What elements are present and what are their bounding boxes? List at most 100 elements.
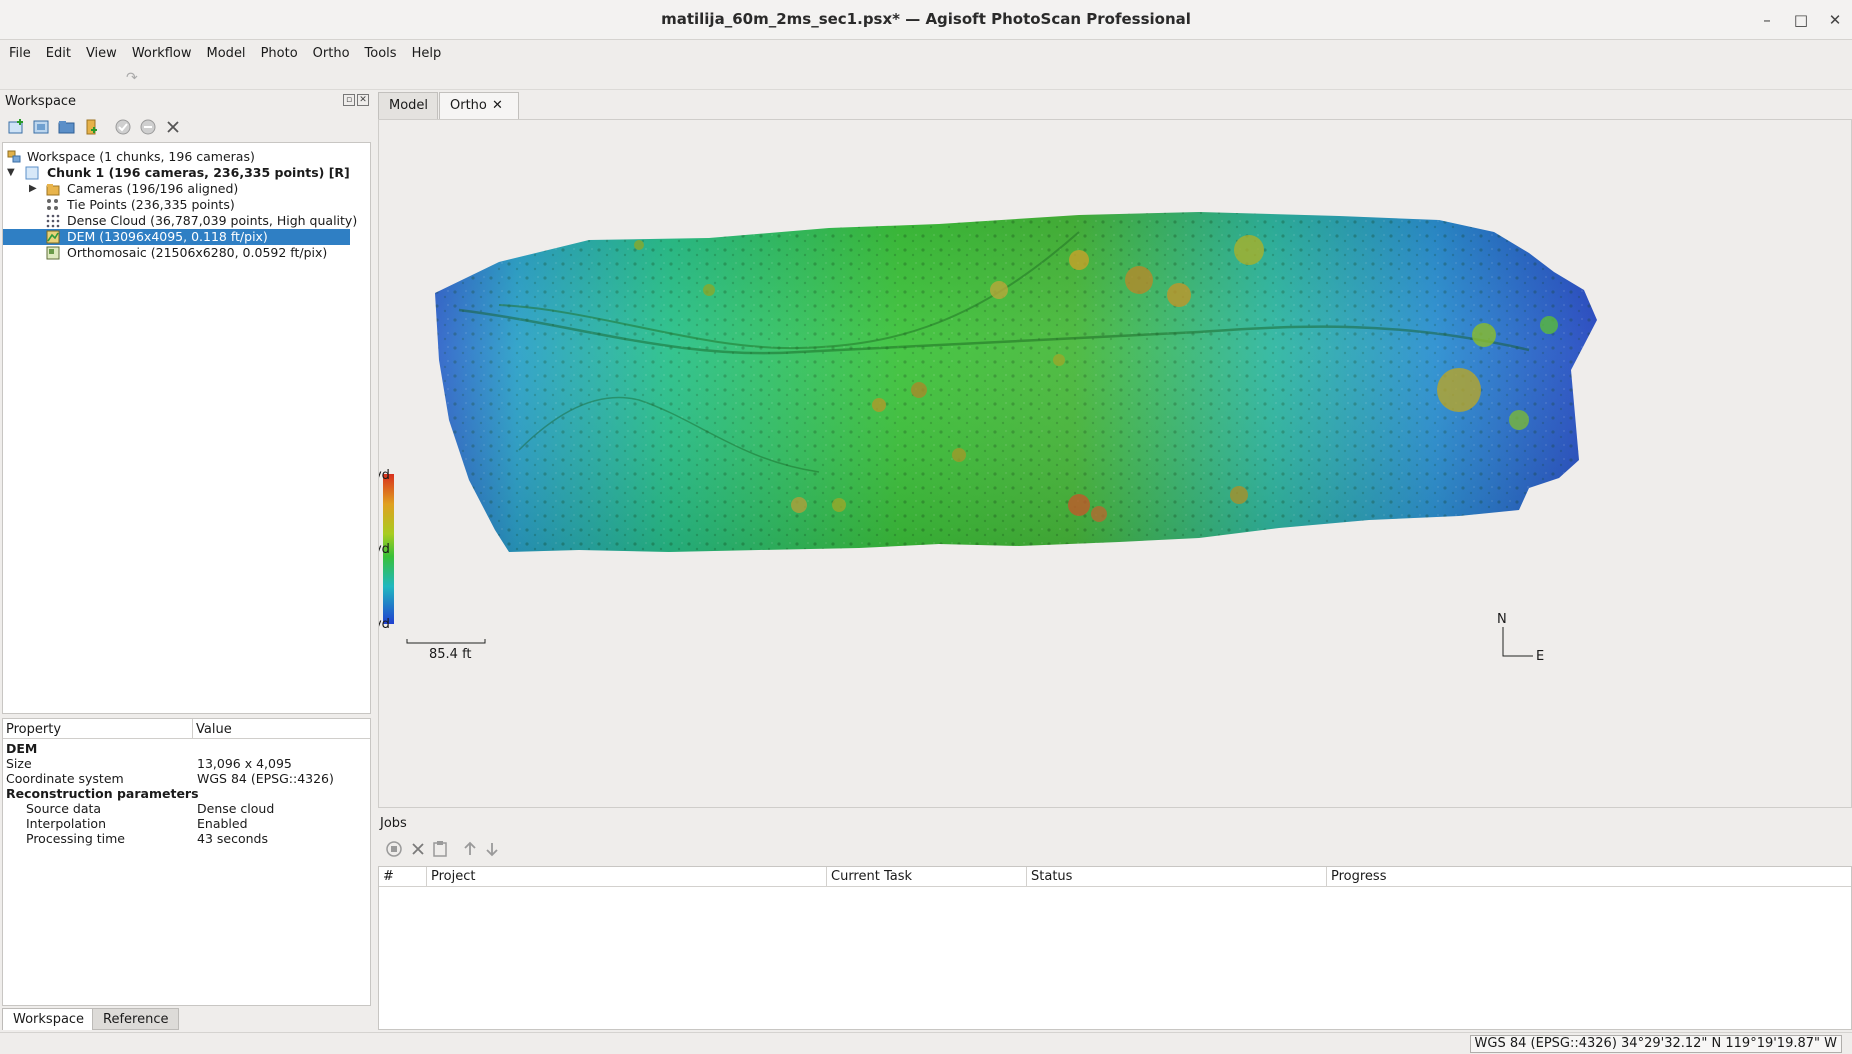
prop-value: 13,096 x 4,095 bbox=[197, 756, 292, 771]
close-button[interactable]: ✕ bbox=[1820, 8, 1850, 32]
dem-icon bbox=[46, 230, 60, 244]
title-bar: matilija_60m_2ms_sec1.psx* — Agisoft Pho… bbox=[0, 0, 1852, 40]
scale-bar bbox=[406, 639, 486, 644]
add-photos-icon[interactable] bbox=[32, 117, 52, 137]
tree-item-cameras[interactable]: ▶ Cameras (196/196 aligned) bbox=[3, 181, 370, 197]
menu-ortho[interactable]: Ortho bbox=[307, 40, 356, 68]
prop-value: WGS 84 (EPSG::4326) bbox=[197, 771, 334, 786]
east-label: E bbox=[1536, 649, 1544, 664]
pause-icon[interactable] bbox=[384, 839, 404, 859]
chunk-icon bbox=[25, 166, 39, 180]
add-chunk-icon[interactable] bbox=[7, 117, 27, 137]
ortho-viewport[interactable]: 399 yd 383 yd 366 yd 85.4 ft N E bbox=[378, 119, 1852, 808]
tree-item-label: Orthomosaic (21506x6280, 0.0592 ft/pix) bbox=[67, 245, 328, 260]
menu-help[interactable]: Help bbox=[406, 40, 448, 68]
maximize-button[interactable]: □ bbox=[1786, 8, 1816, 32]
menu-model[interactable]: Model bbox=[201, 40, 252, 68]
move-up-icon[interactable] bbox=[460, 839, 480, 859]
dem-view: 399 yd 383 yd 366 yd 85.4 ft N E bbox=[379, 212, 1597, 664]
float-panel-icon[interactable]: ▫ bbox=[343, 94, 355, 106]
prop-row-crs[interactable]: Coordinate system WGS 84 (EPSG::4326) bbox=[3, 771, 370, 786]
menu-bar: File Edit View Workflow Model Photo Ortho Tools… bbox=[0, 40, 1852, 68]
menu-photo[interactable]: Photo bbox=[255, 40, 304, 68]
prop-section-recon: Reconstruction parameters bbox=[3, 786, 370, 801]
orthomosaic-icon bbox=[46, 246, 60, 260]
tree-item-dem[interactable]: DEM (13096x4095, 0.118 ft/pix) bbox=[3, 229, 350, 245]
status-bar: WGS 84 (EPSG::4326) 34°29'32.12" N 119°1… bbox=[0, 1032, 1852, 1054]
close-tab-icon[interactable]: ✕ bbox=[492, 93, 503, 119]
tree-item-dense-cloud[interactable]: Dense Cloud (36,787,039 points, High qua… bbox=[3, 213, 370, 229]
col-index[interactable]: # bbox=[379, 867, 427, 887]
prop-value: 43 seconds bbox=[197, 831, 268, 846]
legend-max-label: 399 yd bbox=[379, 468, 390, 483]
col-progress[interactable]: Progress bbox=[1327, 867, 1851, 887]
remove-icon[interactable] bbox=[163, 117, 183, 137]
prop-label: Coordinate system bbox=[6, 771, 124, 786]
tree-item-orthomosaic[interactable]: Orthomosaic (21506x6280, 0.0592 ft/pix) bbox=[3, 245, 370, 261]
jobs-toolbar bbox=[378, 836, 1852, 864]
menu-edit[interactable]: Edit bbox=[40, 40, 77, 68]
workspace-tree: Workspace (1 chunks, 196 cameras) ▼ Chun… bbox=[2, 142, 371, 714]
menu-view[interactable]: View bbox=[80, 40, 123, 68]
prop-value: Dense cloud bbox=[197, 801, 275, 816]
tab-model[interactable]: Model bbox=[378, 92, 438, 120]
tree-item-label: Cameras (196/196 aligned) bbox=[67, 181, 239, 196]
col-status[interactable]: Status bbox=[1027, 867, 1327, 887]
clipboard-icon[interactable] bbox=[430, 839, 450, 859]
workspace-toolbar bbox=[0, 114, 372, 142]
minimize-button[interactable]: – bbox=[1752, 8, 1782, 32]
legend-mid-label: 383 yd bbox=[379, 542, 390, 557]
add-marker-icon[interactable] bbox=[82, 117, 102, 137]
prop-label: DEM bbox=[6, 741, 38, 756]
tree-item-workspace[interactable]: Workspace (1 chunks, 196 cameras) bbox=[3, 149, 370, 165]
properties-header: Property Value bbox=[3, 719, 370, 739]
col-current-task[interactable]: Current Task bbox=[827, 867, 1027, 887]
tree-item-label: Dense Cloud (36,787,039 points, High qua… bbox=[67, 213, 358, 228]
prop-label: Source data bbox=[26, 801, 102, 816]
window-title: matilija_60m_2ms_sec1.psx* — Agisoft Pho… bbox=[661, 10, 1191, 28]
tab-ortho[interactable]: Ortho ✕ bbox=[439, 92, 519, 120]
col-property[interactable]: Property bbox=[6, 722, 61, 737]
enable-icon[interactable] bbox=[113, 117, 133, 137]
col-project[interactable]: Project bbox=[427, 867, 827, 887]
expand-arrow-icon[interactable]: ▶ bbox=[29, 181, 37, 197]
folder-icon bbox=[46, 184, 60, 196]
add-folder-icon[interactable] bbox=[57, 117, 77, 137]
close-panel-icon[interactable]: ✕ bbox=[357, 94, 369, 106]
prop-row-interp[interactable]: Interpolation Enabled bbox=[3, 816, 370, 831]
tree-item-tie-points[interactable]: Tie Points (236,335 points) bbox=[3, 197, 370, 213]
prop-section-dem: DEM bbox=[3, 741, 370, 756]
tab-reference[interactable]: Reference bbox=[92, 1008, 180, 1030]
jobs-panel-title: Jobs bbox=[380, 816, 407, 831]
cancel-job-icon[interactable] bbox=[408, 839, 428, 859]
menu-workflow[interactable]: Workflow bbox=[126, 40, 198, 68]
col-value[interactable]: Value bbox=[196, 722, 232, 737]
collapse-arrow-icon[interactable]: ▼ bbox=[7, 165, 15, 181]
tie-points-icon bbox=[47, 199, 58, 210]
tab-workspace[interactable]: Workspace bbox=[2, 1008, 96, 1030]
coordinate-readout: WGS 84 (EPSG::4326) 34°29'32.12" N 119°1… bbox=[1469, 1035, 1842, 1053]
properties-table: Property Value DEM Size 13,096 x 4,095 Co… bbox=[2, 718, 371, 1006]
workspace-panel-title: Workspace bbox=[5, 94, 77, 109]
prop-row-size[interactable]: Size 13,096 x 4,095 bbox=[3, 756, 370, 771]
dense-cloud-icon bbox=[46, 214, 60, 228]
jobs-table: # Project Current Task Status Progress bbox=[378, 866, 1852, 1030]
menu-file[interactable]: File bbox=[3, 40, 37, 68]
move-down-icon[interactable] bbox=[482, 839, 502, 859]
tree-item-chunk[interactable]: ▼ Chunk 1 (196 cameras, 236,335 points) … bbox=[3, 165, 370, 181]
prop-row-source[interactable]: Source data Dense cloud bbox=[3, 801, 370, 816]
column-divider bbox=[192, 719, 193, 739]
redo-icon[interactable]: ↷ bbox=[126, 70, 138, 86]
north-arrow bbox=[1502, 627, 1533, 657]
left-panel-tabs: Workspace Reference bbox=[0, 1006, 372, 1032]
tree-item-label: Tie Points (236,335 points) bbox=[67, 197, 235, 212]
tab-ortho-label: Ortho bbox=[450, 98, 487, 113]
disable-icon[interactable] bbox=[138, 117, 158, 137]
tree-item-label: DEM (13096x4095, 0.118 ft/pix) bbox=[67, 229, 268, 244]
prop-label: Size bbox=[6, 756, 32, 771]
prop-row-time[interactable]: Processing time 43 seconds bbox=[3, 831, 370, 846]
menu-tools[interactable]: Tools bbox=[359, 40, 403, 68]
prop-label: Reconstruction parameters bbox=[6, 786, 199, 801]
scale-bar-label: 85.4 ft bbox=[429, 647, 472, 662]
prop-label: Processing time bbox=[26, 831, 125, 846]
